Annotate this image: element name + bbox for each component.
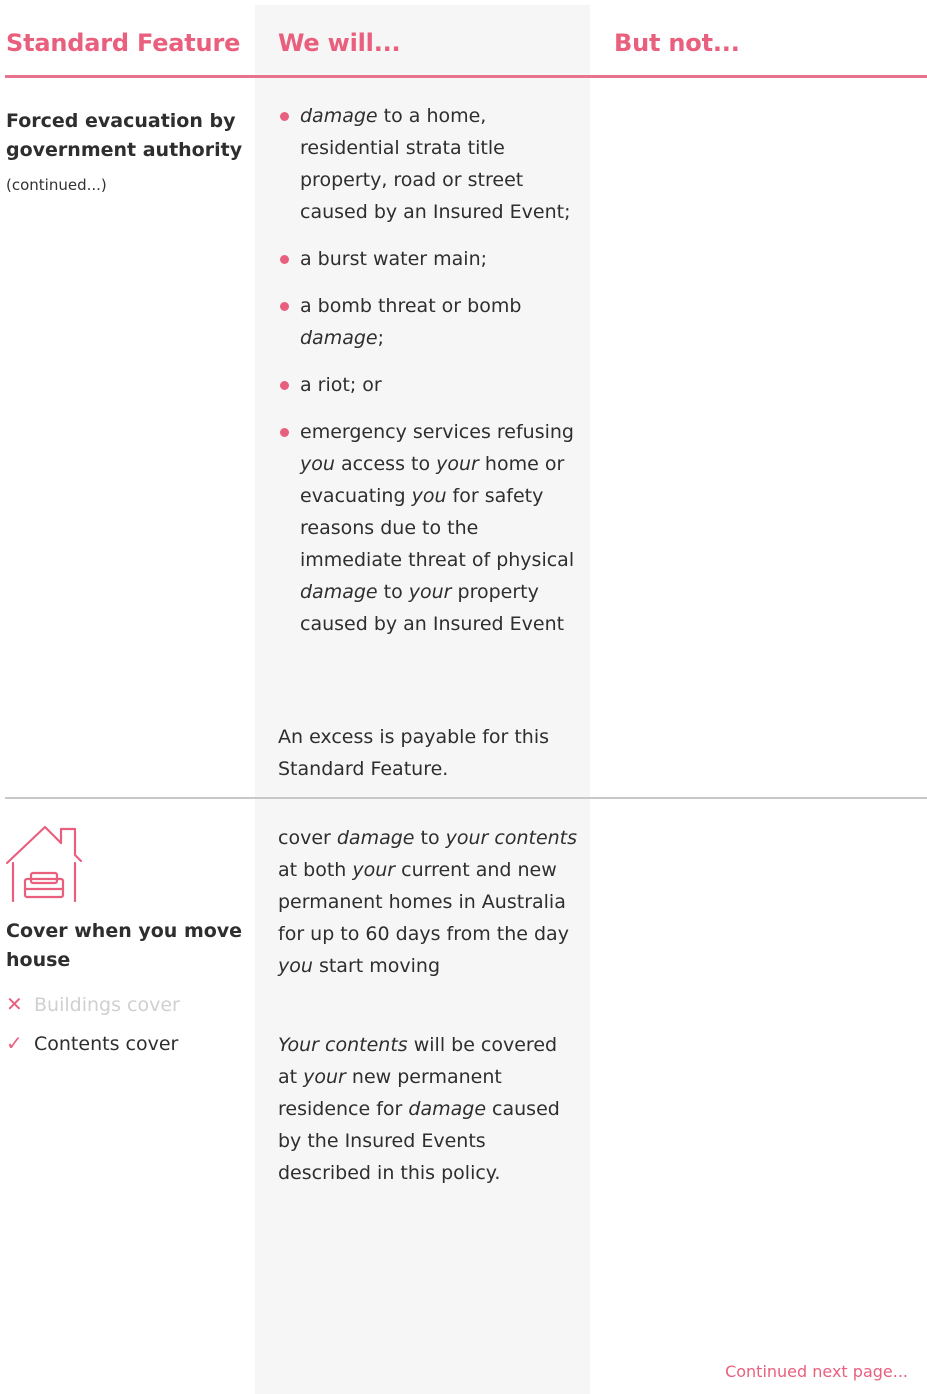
contents-cover-status: ✓ Contents cover [6,1031,178,1055]
house-with-sofa-icon [5,825,83,903]
bullet-dot-icon [280,302,289,311]
list-item-text: a riot; or [300,374,382,396]
feature-title-forced-evacuation: Forced evacuation by government authorit… [6,110,243,161]
cross-icon: ✕ [6,992,23,1016]
list-item-text: a bomb threat or bomb damage; [300,295,522,349]
continued-next-page: Continued next page... [725,1362,908,1381]
section-divider [5,797,927,799]
buildings-cover-label: Buildings cover [34,994,180,1016]
move-house-cover-text: cover damage to your contents at both yo… [278,827,578,977]
header-we-will: We will... [278,29,401,57]
bullet-dot-icon [280,255,289,264]
list-item: a bomb threat or bomb damage; [278,290,578,354]
contents-cover-label: Contents cover [34,1033,179,1055]
list-item-text: a burst water main; [300,248,488,270]
bullet-dot-icon [280,112,289,121]
list-item: damage to a home, residential strata tit… [278,100,578,228]
move-house-contents-text: Your contents will be covered at your ne… [278,1034,560,1184]
list-item: a riot; or [278,369,578,401]
buildings-cover-status: ✕ Buildings cover [6,992,180,1016]
list-item-text: emergency services refusing you access t… [300,421,575,635]
bullet-dot-icon [280,381,289,390]
list-item: emergency services refusing you access t… [278,416,578,640]
list-item-text: damage to a home, residential strata tit… [300,105,571,223]
evacuation-cover-list: damage to a home, residential strata tit… [278,100,578,655]
feature-title-move-house: Cover when you move house [6,920,243,971]
feature-continued-note: (continued...) [6,176,107,194]
bullet-dot-icon [280,428,289,437]
header-divider [5,75,927,78]
list-item: a burst water main; [278,243,578,275]
header-but-not: But not... [614,29,740,57]
check-icon: ✓ [6,1031,23,1055]
excess-note: An excess is payable for this Standard F… [278,726,550,780]
header-standard-feature: Standard Feature [6,29,241,57]
